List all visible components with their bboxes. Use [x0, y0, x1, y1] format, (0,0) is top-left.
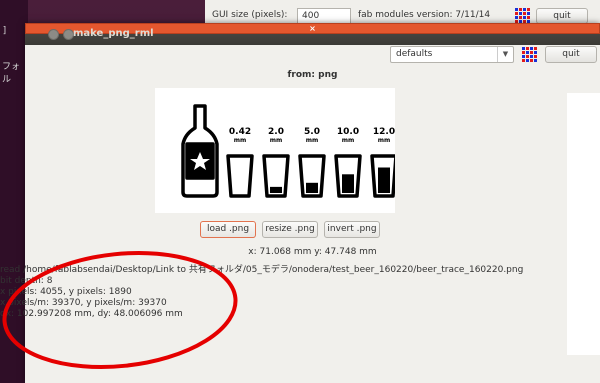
depth-value-label: 10.0	[337, 127, 359, 137]
log-line: read /home/fablabsendai/Desktop/Link to …	[0, 265, 524, 275]
glass-icon	[226, 154, 254, 198]
fab-logo-icon	[522, 47, 538, 63]
chevron-down-icon[interactable]: ▼	[497, 47, 513, 62]
glass-fill	[270, 186, 282, 193]
glass-fill	[306, 182, 318, 193]
gui-size-input[interactable]: 400	[297, 8, 351, 24]
invert-png-button[interactable]: invert .png	[324, 221, 380, 238]
quit-button[interactable]: quit	[545, 46, 597, 63]
quit-button[interactable]: quit	[536, 8, 588, 24]
load-png-button[interactable]: load .png	[200, 221, 256, 238]
fab-logo-icon	[515, 8, 531, 24]
output-panel	[567, 93, 600, 355]
minimize-icon[interactable]	[48, 29, 59, 40]
log-line: x pixels: 4055, y pixels: 1890	[0, 287, 132, 297]
bottle-icon	[181, 104, 219, 198]
log-output: read /home/fablabsendai/Desktop/Link to …	[0, 265, 523, 320]
defaults-select[interactable]: defaults ▼	[390, 46, 514, 63]
depth-value-label: 2.0	[268, 127, 284, 137]
glass-fill	[378, 167, 390, 193]
version-label: fab modules version: 7/11/14	[358, 10, 491, 20]
depth-value-label: 5.0	[304, 127, 320, 137]
depth-unit-label: mm	[270, 137, 283, 144]
beer-trace-image: 0.42mm2.0mm5.0mm10.0mm12.0mm	[181, 104, 398, 198]
log-line: dx: 102.997208 mm, dy: 48.006096 mm	[0, 309, 183, 319]
terminal-window-edge: ] フォル	[0, 0, 28, 383]
depth-unit-label: mm	[342, 137, 355, 144]
log-line: bit depth: 8	[0, 276, 53, 286]
defaults-select-value: defaults	[396, 49, 433, 59]
depth-value-label: 12.0	[373, 127, 395, 137]
glass-fill	[342, 174, 354, 193]
depth-unit-label: mm	[306, 137, 319, 144]
make-png-rml-window: × make_png_rml defaults ▼ quit from: png…	[0, 23, 600, 383]
window-title: make_png_rml	[73, 28, 154, 39]
dimensions-readout: x: 71.068 mm y: 47.748 mm	[248, 247, 377, 257]
depth-value-label: 0.42	[229, 127, 251, 137]
depth-unit-label: mm	[234, 137, 247, 144]
resize-png-button[interactable]: resize .png	[262, 221, 318, 238]
from-label: from: png	[287, 70, 338, 80]
png-preview: 0.42 mm 2.0 mm 5.0 mm 10.0 mm 12.0 mm	[155, 88, 398, 213]
log-line: x pixels/m: 39370, y pixels/m: 39370	[0, 298, 167, 308]
depth-unit-label: mm	[378, 137, 391, 144]
terminal-line: ]	[2, 26, 8, 36]
gui-size-label: GUI size (pixels):	[212, 10, 288, 20]
title-bar[interactable]: × make_png_rml	[25, 23, 600, 45]
